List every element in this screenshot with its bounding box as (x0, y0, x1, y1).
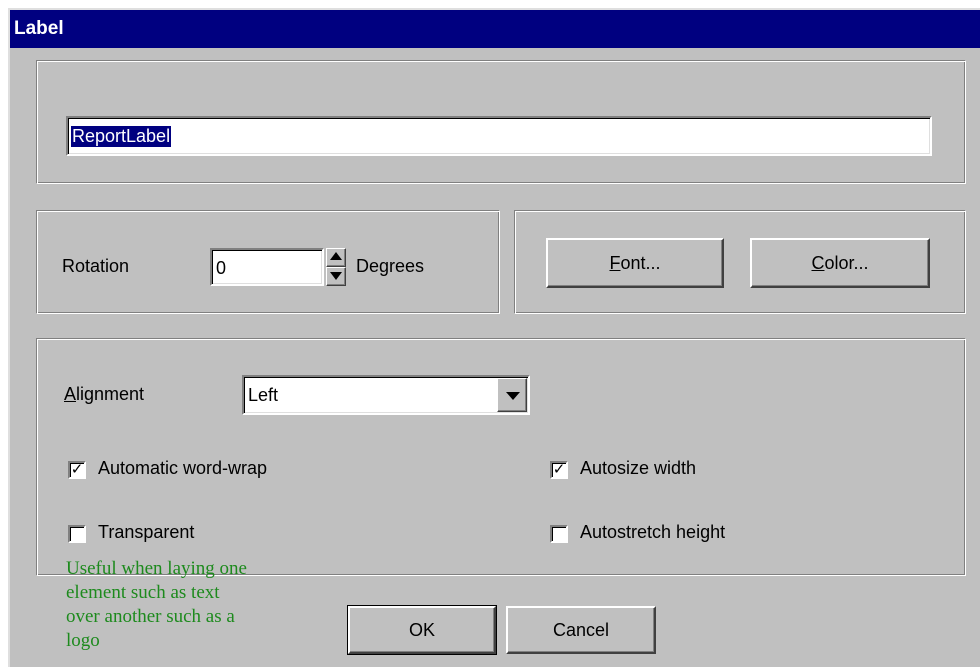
spin-up-button[interactable] (326, 248, 346, 267)
color-accel: C (811, 253, 825, 273)
alignment-label-text: lignment (76, 384, 145, 404)
alignment-value: Left (248, 385, 279, 405)
chevron-down-icon (506, 392, 520, 400)
font-label: ont... (620, 253, 661, 273)
rotation-input[interactable]: 0 (210, 248, 324, 286)
color-button[interactable]: Color... (750, 238, 930, 288)
alignment-accel: A (64, 384, 77, 404)
cancel-label: Cancel (552, 620, 610, 640)
autostretch-height-checkbox[interactable] (550, 525, 568, 543)
word-wrap-label: Automatic word-wrap (98, 458, 268, 478)
cancel-button[interactable]: Cancel (506, 606, 656, 654)
annotation-line-2: element such as text (66, 582, 220, 603)
ok-label: OK (408, 620, 435, 640)
annotation-line-4: logo (66, 630, 100, 651)
rotation-label: Rotation (62, 256, 130, 276)
annotation-line-3: over another such as a (66, 606, 235, 627)
transparent-checkbox[interactable] (68, 525, 86, 543)
spin-down-icon (330, 272, 342, 280)
spin-up-icon (330, 252, 342, 260)
font-button[interactable]: Font... (546, 238, 724, 288)
autostretch-height-label: Autostretch height (580, 522, 726, 542)
spin-down-button[interactable] (326, 267, 346, 286)
autosize-width-label: Autosize width (580, 458, 697, 478)
color-label: olor... (824, 253, 869, 273)
alignment-label: Alignment (64, 384, 144, 405)
alignment-dropdown-button[interactable] (497, 378, 527, 412)
transparent-label: Transparent (98, 522, 195, 542)
word-wrap-checkbox[interactable]: ✓ (68, 461, 86, 479)
rotation-unit: Degrees (356, 256, 425, 276)
ok-button[interactable]: OK (347, 605, 497, 655)
alignment-select[interactable]: Left (242, 375, 530, 415)
label-text-value: ReportLabel (71, 126, 172, 147)
annotation-line-1: Useful when laying one (66, 558, 247, 579)
font-accel: F (609, 253, 621, 273)
title-bar: Label (10, 10, 980, 48)
annotation-note: Useful when laying one element such as t… (66, 557, 247, 653)
rotation-value: 0 (216, 258, 227, 278)
label-text-input[interactable]: ReportLabel (66, 116, 932, 156)
autosize-width-checkbox[interactable]: ✓ (550, 461, 568, 479)
window-title: Label (14, 18, 64, 39)
rotation-spinner[interactable] (326, 248, 346, 286)
